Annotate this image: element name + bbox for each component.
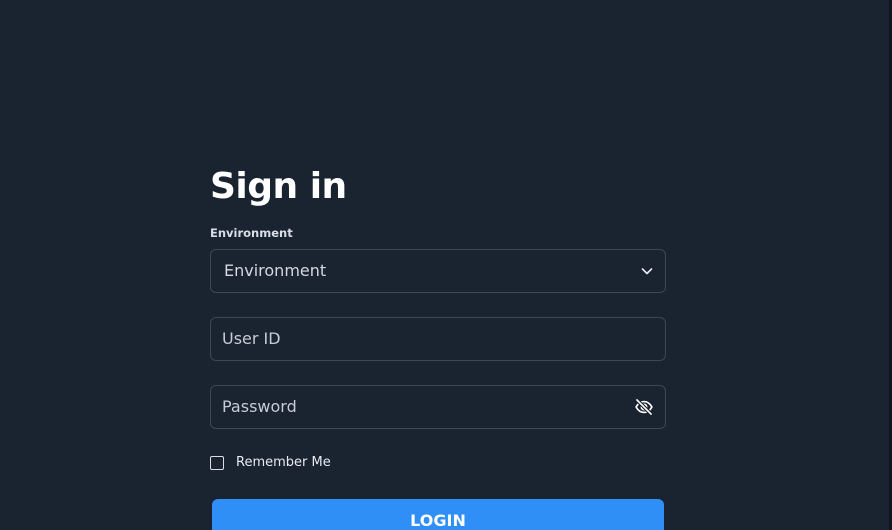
environment-select[interactable]: Environment: [210, 249, 666, 293]
user-id-placeholder: User ID: [222, 329, 281, 348]
remember-me-label[interactable]: Remember Me: [236, 455, 331, 471]
chevron-down-icon: [641, 268, 653, 275]
environment-select-value: Environment: [224, 261, 327, 280]
password-placeholder: Password: [222, 397, 297, 416]
login-button[interactable]: LOGIN: [212, 499, 664, 530]
environment-label: Environment: [210, 226, 293, 240]
page-title: Sign in: [210, 166, 347, 207]
eye-off-icon[interactable]: [634, 397, 654, 417]
password-field[interactable]: Password: [210, 385, 666, 429]
remember-me-checkbox[interactable]: [210, 456, 224, 470]
login-button-label: LOGIN: [410, 511, 466, 530]
user-id-field[interactable]: User ID: [210, 317, 666, 361]
remember-me[interactable]: Remember Me: [210, 455, 331, 471]
